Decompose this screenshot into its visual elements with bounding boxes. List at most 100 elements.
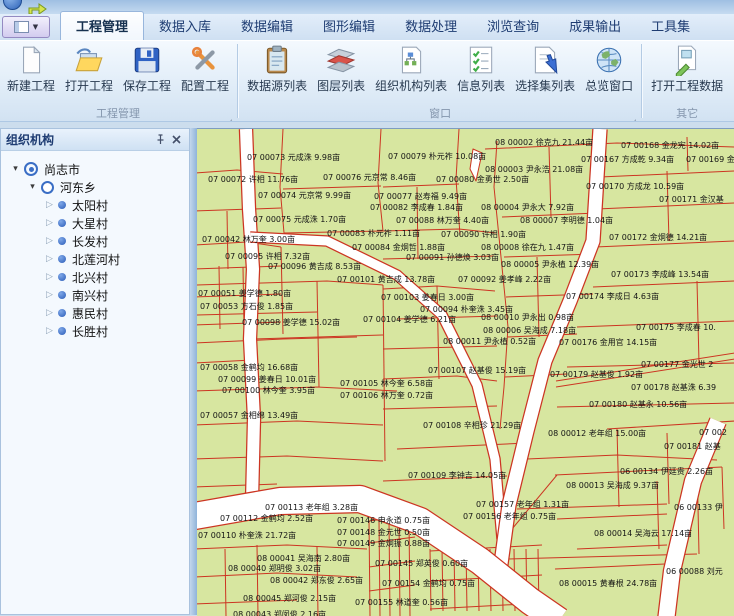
tree-node-icon [58, 201, 66, 209]
map-parcel-label: 07 00155 林道奎 0.56亩 [355, 598, 449, 607]
tab-graphic-edit[interactable]: 图形编辑 [308, 12, 390, 40]
ribbon-button-label: 总览窗口 [585, 79, 634, 93]
dialog-launcher-icon[interactable] [630, 111, 637, 121]
map-parcel-label: 07 00171 金汉基 [659, 195, 724, 204]
expanded-arrow-icon[interactable]: ▾ [26, 182, 39, 192]
tree-node-icon [58, 237, 66, 245]
sidebar-item-beixing-village[interactable]: ▷ 北兴村 [1, 268, 189, 286]
dialog-launcher-icon[interactable] [226, 111, 233, 121]
map-parcel-label: 07 00090 许相 1.90亩 [441, 230, 527, 239]
group-separator [641, 44, 644, 118]
new-project-icon [15, 44, 47, 76]
sidebar-item-hedong-township[interactable]: ▾ 河东乡 [1, 178, 189, 196]
collapsed-arrow-icon[interactable]: ▷ [43, 218, 56, 228]
map-parcel-label: 07 00105 林今奎 6.58亩 [340, 379, 434, 388]
map-parcel-label: 07 00058 金鹤均 16.68亩 [200, 363, 299, 372]
map-parcel-label: 07 00168 金龙宪 14.02亩 [621, 141, 720, 150]
map-parcel-label: 07 00145 郑英俊 0.60亩 [375, 559, 469, 568]
sidebar-item-huimin-village[interactable]: ▷ 惠民村 [1, 304, 189, 322]
collapsed-arrow-icon[interactable]: ▷ [43, 290, 56, 300]
sidebar-item-beilianhe-village[interactable]: ▷ 北莲河村 [1, 250, 189, 268]
tree-node-label: 北莲河村 [72, 252, 121, 267]
organization-tree: ▾ 尚志市 ▾ 河东乡 ▷ 太阳村 ▷ 大星村 ▷ 长发村 ▷ 北莲河村 ▷ 北兴村 ▷ 南兴村 ▷ 惠民村 ▷ 长胜… [1, 151, 189, 340]
ribbon-button-label: 新建工程 [7, 79, 56, 93]
map-parcel-label: 08 00012 老年组 15.00亩 [548, 429, 647, 438]
map-parcel-label: 07 00181 赵基 [664, 442, 721, 451]
window-layout-icon [13, 21, 29, 33]
map-parcel-label: 07 00074 元京常 9.99亩 [258, 191, 352, 200]
map-parcel-label: 08 00004 尹永大 7.92亩 [481, 203, 575, 212]
ribbon-button-org-list[interactable]: 组织机构列表 [370, 42, 452, 96]
map-parcel-label: 07 00100 林今奎 3.95亩 [222, 386, 316, 395]
sidebar-item-changfa-village[interactable]: ▷ 长发村 [1, 232, 189, 250]
ribbon-group-buttons: 数据源列表 图层列表 组织机构列表 信息列表 选择集列表 总览窗口 [242, 42, 638, 106]
tab-project-management[interactable]: 工程管理 [60, 11, 145, 40]
org-list-icon [395, 44, 427, 76]
ribbon-button-save-project[interactable]: 保存工程 [118, 42, 176, 96]
tab-browse-query[interactable]: 浏览查询 [472, 12, 554, 40]
map-parcel-label: 07 00172 金炯德 14.21亩 [609, 233, 708, 242]
view-selector-button[interactable]: ▼ [2, 16, 50, 38]
collapsed-arrow-icon[interactable]: ▷ [43, 272, 56, 282]
ribbon-button-open-project-data[interactable]: 打开工程数据 [646, 42, 728, 96]
tab-data-edit[interactable]: 数据编辑 [226, 12, 308, 40]
tab-data-process[interactable]: 数据处理 [390, 12, 472, 40]
collapsed-arrow-icon[interactable]: ▷ [43, 200, 56, 210]
map-parcel-label: 08 00010 尹永出 0.98亩 [481, 313, 575, 322]
ribbon-group-0: 新建工程 打开工程 保存工程 配置工程 工程管理 [0, 41, 236, 121]
ribbon-button-label: 组织机构列表 [375, 79, 448, 93]
chevron-down-icon: ▼ [32, 23, 39, 31]
ribbon-button-new-project[interactable]: 新建工程 [2, 42, 60, 96]
map-parcel-label: 07 00088 林万奎 4.40亩 [396, 216, 490, 225]
ribbon-button-overview-window[interactable]: 总览窗口 [580, 42, 638, 96]
map-parcel-label: 07 00077 赵寿福 9.49亩 [374, 192, 468, 201]
tab-toolkit[interactable]: 工具集 [636, 12, 705, 40]
overview-window-icon [593, 44, 625, 76]
map-parcel-label: 07 00096 黄吉成 8.53亩 [268, 262, 362, 271]
pin-icon[interactable] [152, 132, 168, 147]
collapsed-arrow-icon[interactable]: ▷ [43, 236, 56, 246]
ribbon-button-open-project[interactable]: 打开工程 [60, 42, 118, 96]
ribbon-button-info-list[interactable]: 信息列表 [452, 42, 510, 96]
panel-header: 组织机构 [1, 129, 189, 151]
map-parcel-label: 07 00076 元京常 8.46亩 [323, 173, 417, 182]
collapsed-arrow-icon[interactable]: ▷ [43, 254, 56, 264]
ribbon-button-datasource-list[interactable]: 数据源列表 [242, 42, 312, 96]
map-parcel-label: 07 00075 元成洙 1.70亩 [253, 215, 347, 224]
ribbon-button-selection-list[interactable]: 选择集列表 [510, 42, 580, 96]
expanded-arrow-icon[interactable]: ▾ [9, 164, 22, 174]
tree-node-icon [58, 273, 66, 281]
panel-splitter[interactable] [190, 128, 197, 615]
selection-list-icon [529, 44, 561, 76]
tree-node-label: 惠民村 [72, 306, 109, 321]
sidebar-item-changsheng-village[interactable]: ▷ 长胜村 [1, 322, 189, 340]
map-parcel-label: 07 00173 李成峰 13.54亩 [611, 270, 710, 279]
map-parcel-label: 07 00167 方成乾 9.34亩 [581, 155, 675, 164]
map-parcel-label: 07 00053 方石俊 1.85亩 [200, 302, 294, 311]
map-parcel-label: 07 00149 金炯振 0.88亩 [337, 539, 431, 548]
map-parcel-label: 07 00178 赵基洙 6.39 [631, 383, 717, 392]
ribbon-button-label: 选择集列表 [515, 79, 576, 93]
collapsed-arrow-icon[interactable]: ▷ [43, 308, 56, 318]
sidebar-item-shangzhi-city[interactable]: ▾ 尚志市 [1, 160, 189, 178]
map-parcel-label: 08 00042 郑东俊 2.65亩 [270, 576, 364, 585]
tab-data-import[interactable]: 数据入库 [144, 12, 226, 40]
tree-node-label: 尚志市 [44, 162, 81, 177]
tab-result-output[interactable]: 成果输出 [554, 12, 636, 40]
ribbon-button-config-project[interactable]: 配置工程 [176, 42, 234, 96]
close-icon[interactable] [168, 132, 184, 147]
map-canvas[interactable]: 07 00073 元成洙 9.98亩 07 00072 许相 11.76亩 07 0… [197, 128, 734, 616]
map-parcel-label: 07 00106 林万奎 0.72亩 [340, 391, 434, 400]
map-parcel-label: 07 002 [699, 428, 727, 437]
collapsed-arrow-icon[interactable]: ▷ [43, 326, 56, 336]
app-logo-icon[interactable] [3, 0, 22, 10]
sidebar-item-taiyang-village[interactable]: ▷ 太阳村 [1, 196, 189, 214]
sidebar-item-daxing-village[interactable]: ▷ 大星村 [1, 214, 189, 232]
tree-node-icon [24, 162, 38, 176]
tree-node-icon [58, 219, 66, 227]
map-parcel-label: 07 00083 朴元祚 1.11亩 [327, 229, 421, 238]
save-project-icon [131, 44, 163, 76]
sidebar-item-nanxing-village[interactable]: ▷ 南兴村 [1, 286, 189, 304]
ribbon-group-label: 其它 [676, 107, 699, 120]
ribbon-button-layer-list[interactable]: 图层列表 [312, 42, 370, 96]
